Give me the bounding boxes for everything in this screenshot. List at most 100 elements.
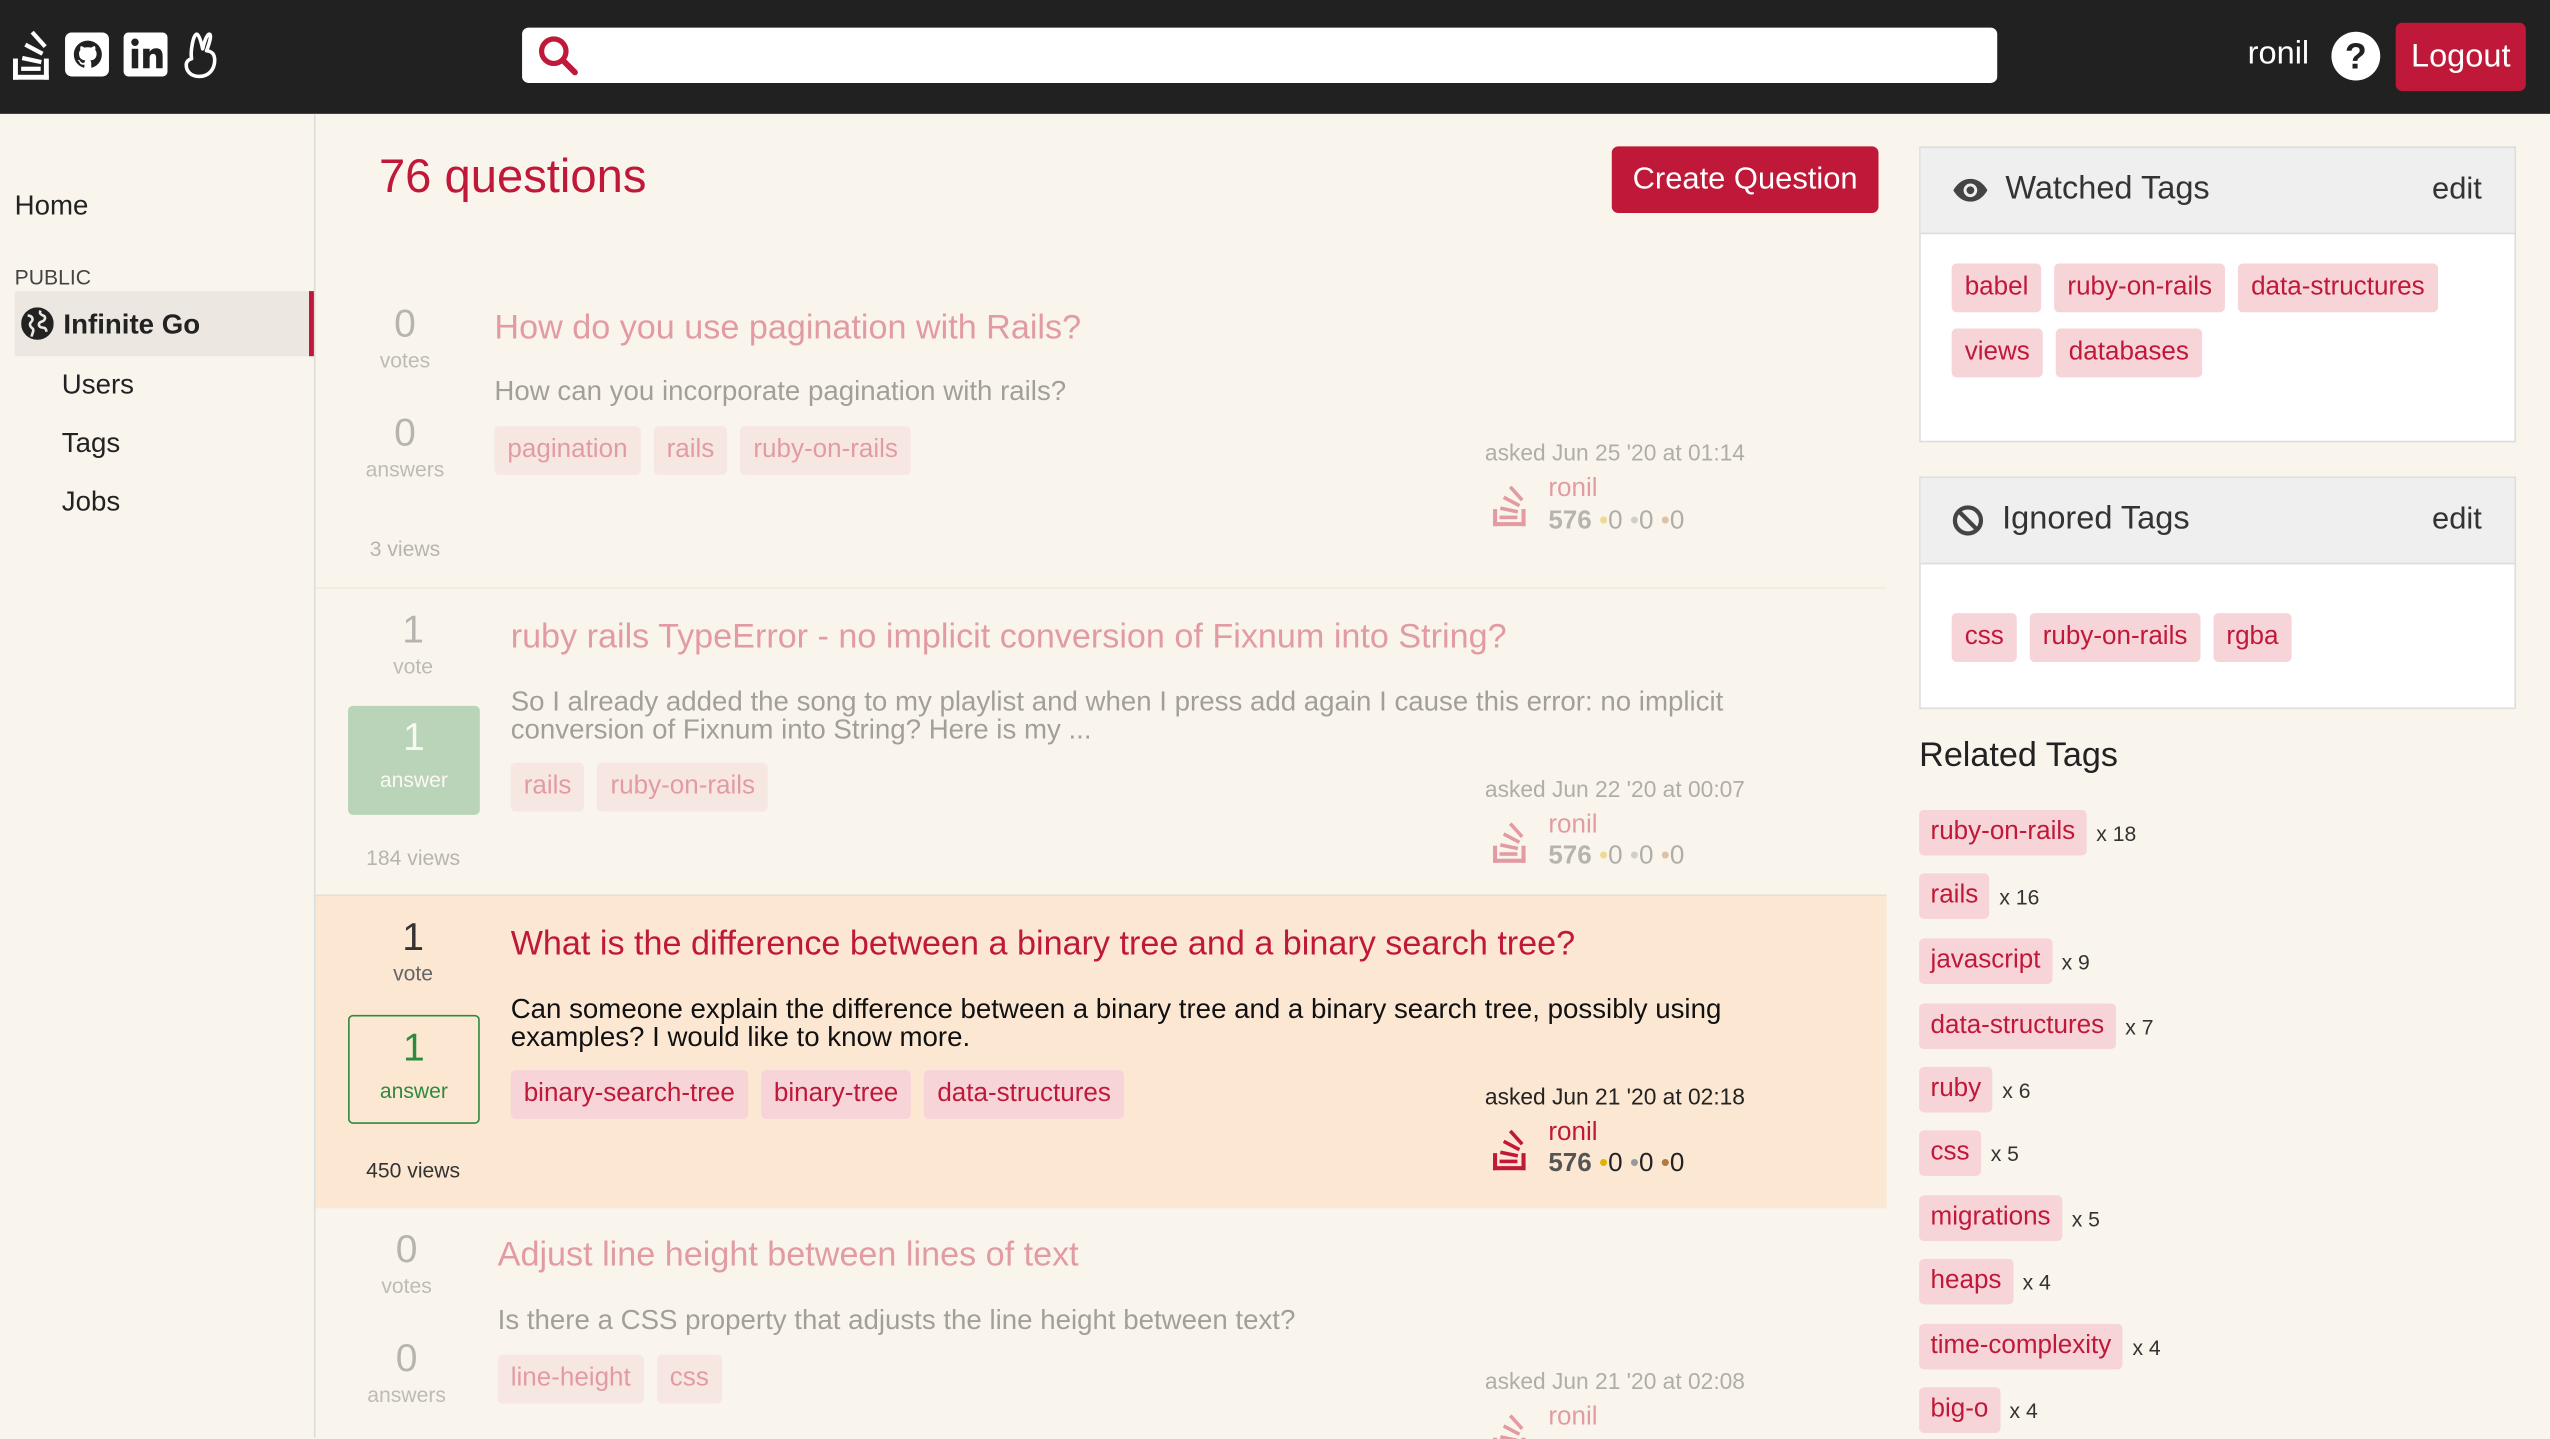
tag-link[interactable]: heaps — [1919, 1258, 2013, 1305]
panel-title: Watched Tags — [2005, 170, 2210, 207]
related-tag-row: ruby x 6 — [1919, 1066, 2031, 1113]
panel-title: Ignored Tags — [2002, 500, 2190, 537]
sidebar-item-home[interactable]: Home — [15, 190, 89, 223]
tag-link[interactable]: javascript — [1919, 938, 2052, 984]
user-name-link[interactable]: ronil — [1548, 812, 1597, 841]
question-title-link[interactable]: Adjust line height between lines of text — [498, 1236, 1079, 1275]
ban-icon — [1952, 505, 1984, 536]
user-avatar-icon[interactable] — [1491, 1412, 1530, 1439]
create-question-button[interactable]: Create Question — [1611, 146, 1879, 214]
logout-button[interactable]: Logout — [2395, 22, 2526, 92]
question-item: 1 vote 1 answer 184 views ruby rails Typ… — [315, 587, 1887, 894]
search-input[interactable] — [593, 34, 1983, 80]
tag-link[interactable]: babel — [1951, 263, 2042, 313]
question-excerpt: Can someone explain the difference betwe… — [510, 993, 1722, 1053]
tag-link[interactable]: ruby-on-rails — [1919, 809, 2087, 856]
username[interactable]: ronil — [2248, 36, 2309, 73]
tag-link[interactable]: data-structures — [1919, 1003, 2116, 1050]
sidebar-item-jobs[interactable]: Jobs — [62, 486, 120, 519]
watched-tags-panel: Watched Tags edit babel ruby-on-rails da… — [1919, 146, 2517, 443]
question-title-link[interactable]: ruby rails TypeError - no implicit conve… — [511, 618, 1507, 657]
tag-count: x 4 — [2009, 1397, 2038, 1423]
related-tag-row: rails x 16 — [1919, 873, 2039, 919]
left-sidebar: Home PUBLIC Infinite Go Users Tags Jobs — [0, 113, 316, 1438]
sidebar-item-tags[interactable]: Tags — [62, 428, 120, 461]
vote-count: 1 vote — [393, 608, 434, 679]
user-name-link[interactable]: ronil — [1548, 1404, 1597, 1433]
sidebar-item-label: Infinite Go — [63, 309, 201, 340]
user-reputation: 576 •0 •0 •0 — [1548, 507, 1685, 536]
question-tags: pagination rails ruby-on-rails — [494, 426, 911, 475]
edit-watched-tags-link[interactable]: edit — [2432, 172, 2482, 208]
related-tag-row: time-complexity x 4 — [1919, 1323, 2161, 1370]
tag-link[interactable]: ruby — [1919, 1066, 1993, 1113]
tag-link[interactable]: data-structures — [2238, 263, 2438, 313]
tag-count: x 16 — [1999, 883, 2040, 909]
related-tag-row: data-structures x 7 — [1919, 1003, 2154, 1050]
tag-link[interactable]: databases — [2055, 328, 2202, 378]
tag-link[interactable]: line-height — [497, 1354, 644, 1404]
answer-count: 0 answers — [367, 1336, 446, 1407]
tag-link[interactable]: binary-tree — [760, 1070, 912, 1119]
search-bar[interactable] — [522, 27, 1998, 83]
sidebar-item-users[interactable]: Users — [62, 369, 134, 402]
sidebar-section-label: PUBLIC — [14, 265, 92, 290]
asked-timestamp: asked Jun 21 '20 at 02:08 — [1484, 1367, 1745, 1394]
tag-link[interactable]: rgba — [2213, 613, 2292, 662]
tag-link[interactable]: rails — [653, 426, 728, 475]
view-count: 450 views — [366, 1157, 461, 1183]
angellist-icon[interactable] — [181, 29, 230, 81]
related-tag-row: css x 5 — [1919, 1130, 2019, 1176]
related-tag-row: migrations x 5 — [1919, 1195, 2100, 1241]
tag-link[interactable]: binary-search-tree — [510, 1070, 748, 1119]
asked-timestamp: asked Jun 25 '20 at 01:14 — [1484, 439, 1745, 466]
tag-link[interactable]: ruby-on-rails — [2054, 263, 2226, 313]
user-reputation: 576 •0 •0 •0 — [1548, 842, 1685, 871]
tag-link[interactable]: css — [1951, 613, 2017, 662]
question-title-link[interactable]: How do you use pagination with Rails? — [494, 309, 1081, 348]
question-item: 0 votes 0 answers 3 views How do you use… — [316, 280, 1887, 586]
related-tag-row: javascript x 9 — [1919, 938, 2090, 984]
sidebar-item-infinite-go[interactable]: Infinite Go — [14, 291, 314, 357]
tag-link[interactable]: data-structures — [924, 1070, 1124, 1119]
page-title: 76 questions — [378, 151, 647, 204]
user-avatar-icon[interactable] — [1491, 483, 1530, 529]
github-icon[interactable] — [63, 29, 112, 81]
user-avatar-icon[interactable] — [1491, 820, 1530, 866]
tag-link[interactable]: pagination — [494, 426, 641, 475]
user-name-link[interactable]: ronil — [1548, 1119, 1597, 1148]
tag-link[interactable]: ruby-on-rails — [597, 762, 769, 812]
tag-link[interactable]: css — [1919, 1130, 1981, 1176]
tag-link[interactable]: migrations — [1919, 1195, 2062, 1241]
question-excerpt: So I already added the song to my playli… — [510, 686, 1724, 745]
search-icon — [538, 36, 578, 76]
answer-count: 1 answer — [348, 1014, 480, 1124]
edit-ignored-tags-link[interactable]: edit — [2432, 503, 2482, 539]
question-item: 1 vote 1 answer 450 views What is the di… — [315, 894, 1887, 1207]
user-avatar-icon[interactable] — [1491, 1127, 1530, 1173]
tag-count: x 7 — [2125, 1014, 2154, 1039]
tag-count: x 5 — [2071, 1205, 2100, 1231]
tag-link[interactable]: ruby-on-rails — [740, 426, 911, 475]
question-excerpt: Is there a CSS property that adjusts the… — [497, 1304, 1296, 1336]
question-title-link[interactable]: What is the difference between a binary … — [511, 925, 1575, 964]
tag-count: x 4 — [2132, 1334, 2161, 1359]
tag-link[interactable]: css — [656, 1354, 722, 1404]
top-bar: ronil ? Logout — [0, 0, 2550, 114]
question-tags: rails ruby-on-rails — [510, 762, 769, 812]
tag-link[interactable]: big-o — [1919, 1387, 2000, 1433]
tag-link[interactable]: rails — [1919, 873, 1990, 919]
user-reputation: 576 •0 •0 •0 — [1548, 1149, 1685, 1178]
answer-count: 1 answer — [348, 705, 480, 815]
eye-icon — [1953, 178, 1988, 202]
linkedin-icon[interactable] — [122, 29, 171, 81]
stack-overflow-icon[interactable] — [10, 29, 59, 81]
view-count: 3 views — [369, 536, 441, 562]
help-icon[interactable]: ? — [2331, 31, 2381, 81]
tag-link[interactable]: views — [1951, 328, 2043, 378]
tag-link[interactable]: ruby-on-rails — [2029, 613, 2201, 662]
user-name-link[interactable]: ronil — [1548, 475, 1597, 504]
tag-link[interactable]: time-complexity — [1919, 1323, 2123, 1370]
tag-link[interactable]: rails — [510, 762, 585, 812]
question-item: 0 votes 0 answers Adjust line height bet… — [315, 1206, 1887, 1439]
